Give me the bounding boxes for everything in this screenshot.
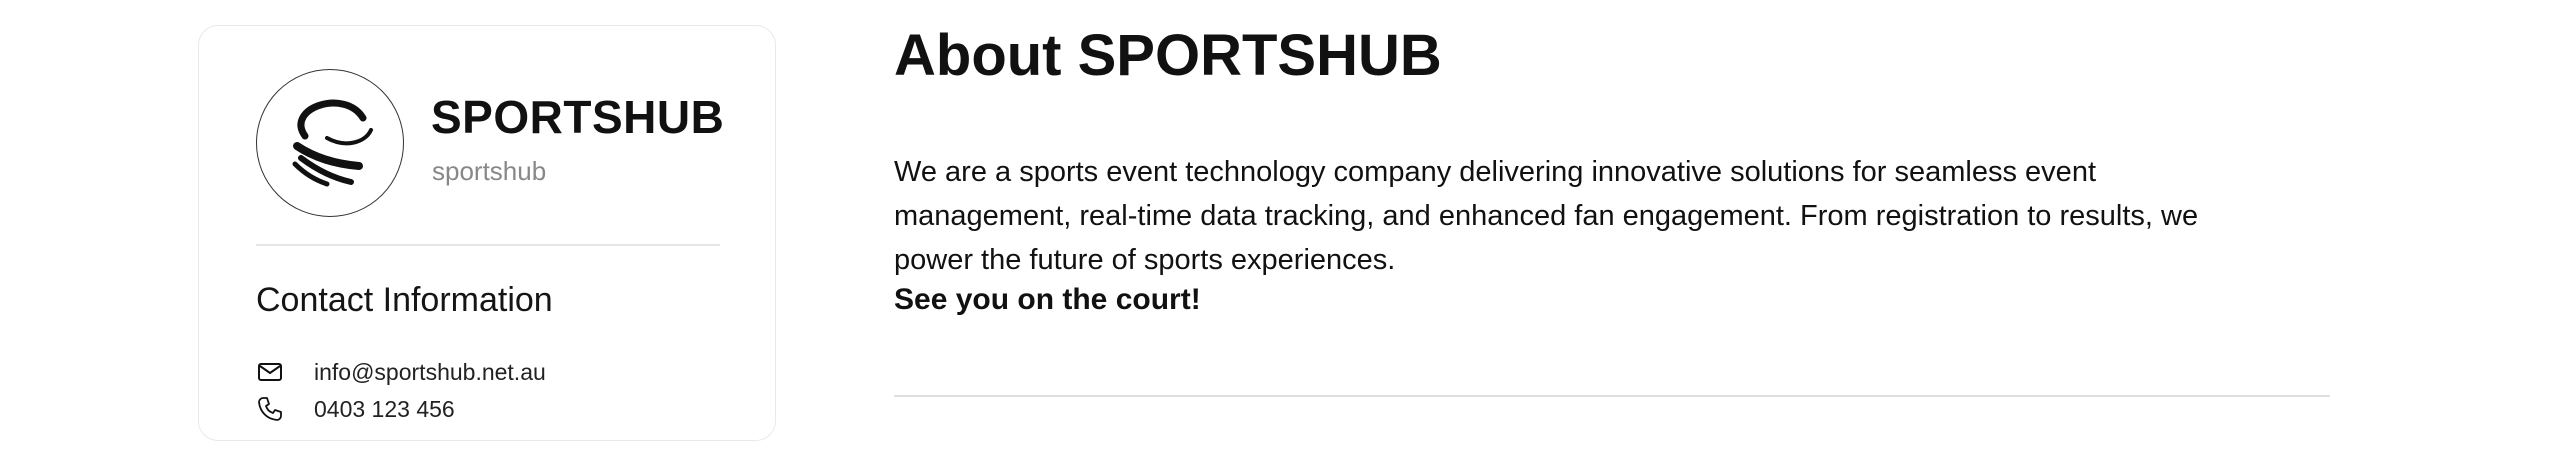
card-divider xyxy=(256,244,720,246)
about-line: We are a sports event technology company… xyxy=(894,156,2096,188)
profile-card: SPORTSHUB sportshub Contact Information … xyxy=(198,25,776,441)
about-description: We are a sports event technology company… xyxy=(894,150,2354,282)
contact-phone[interactable]: 0403 123 456 xyxy=(314,397,455,421)
mail-icon xyxy=(256,358,284,386)
sportshub-logo-icon xyxy=(292,99,373,187)
contact-email[interactable]: info@sportshub.net.au xyxy=(314,360,546,384)
contact-title: Contact Information xyxy=(256,281,553,319)
section-divider xyxy=(894,395,2330,397)
about-page: SPORTSHUB sportshub Contact Information … xyxy=(0,0,2570,468)
about-line: power the future of sports experiences. xyxy=(894,244,1396,276)
phone-icon xyxy=(256,395,284,423)
contact-email-row[interactable]: info@sportshub.net.au xyxy=(256,358,546,386)
avatar xyxy=(256,69,404,217)
about-tagline: See you on the court! xyxy=(894,283,1201,316)
brand-handle: sportshub xyxy=(432,156,547,186)
contact-phone-row[interactable]: 0403 123 456 xyxy=(256,395,455,423)
brand-name: SPORTSHUB xyxy=(431,91,725,143)
about-line: management, real-time data tracking, and… xyxy=(894,200,2199,232)
about-title: About SPORTSHUB xyxy=(894,23,1442,88)
